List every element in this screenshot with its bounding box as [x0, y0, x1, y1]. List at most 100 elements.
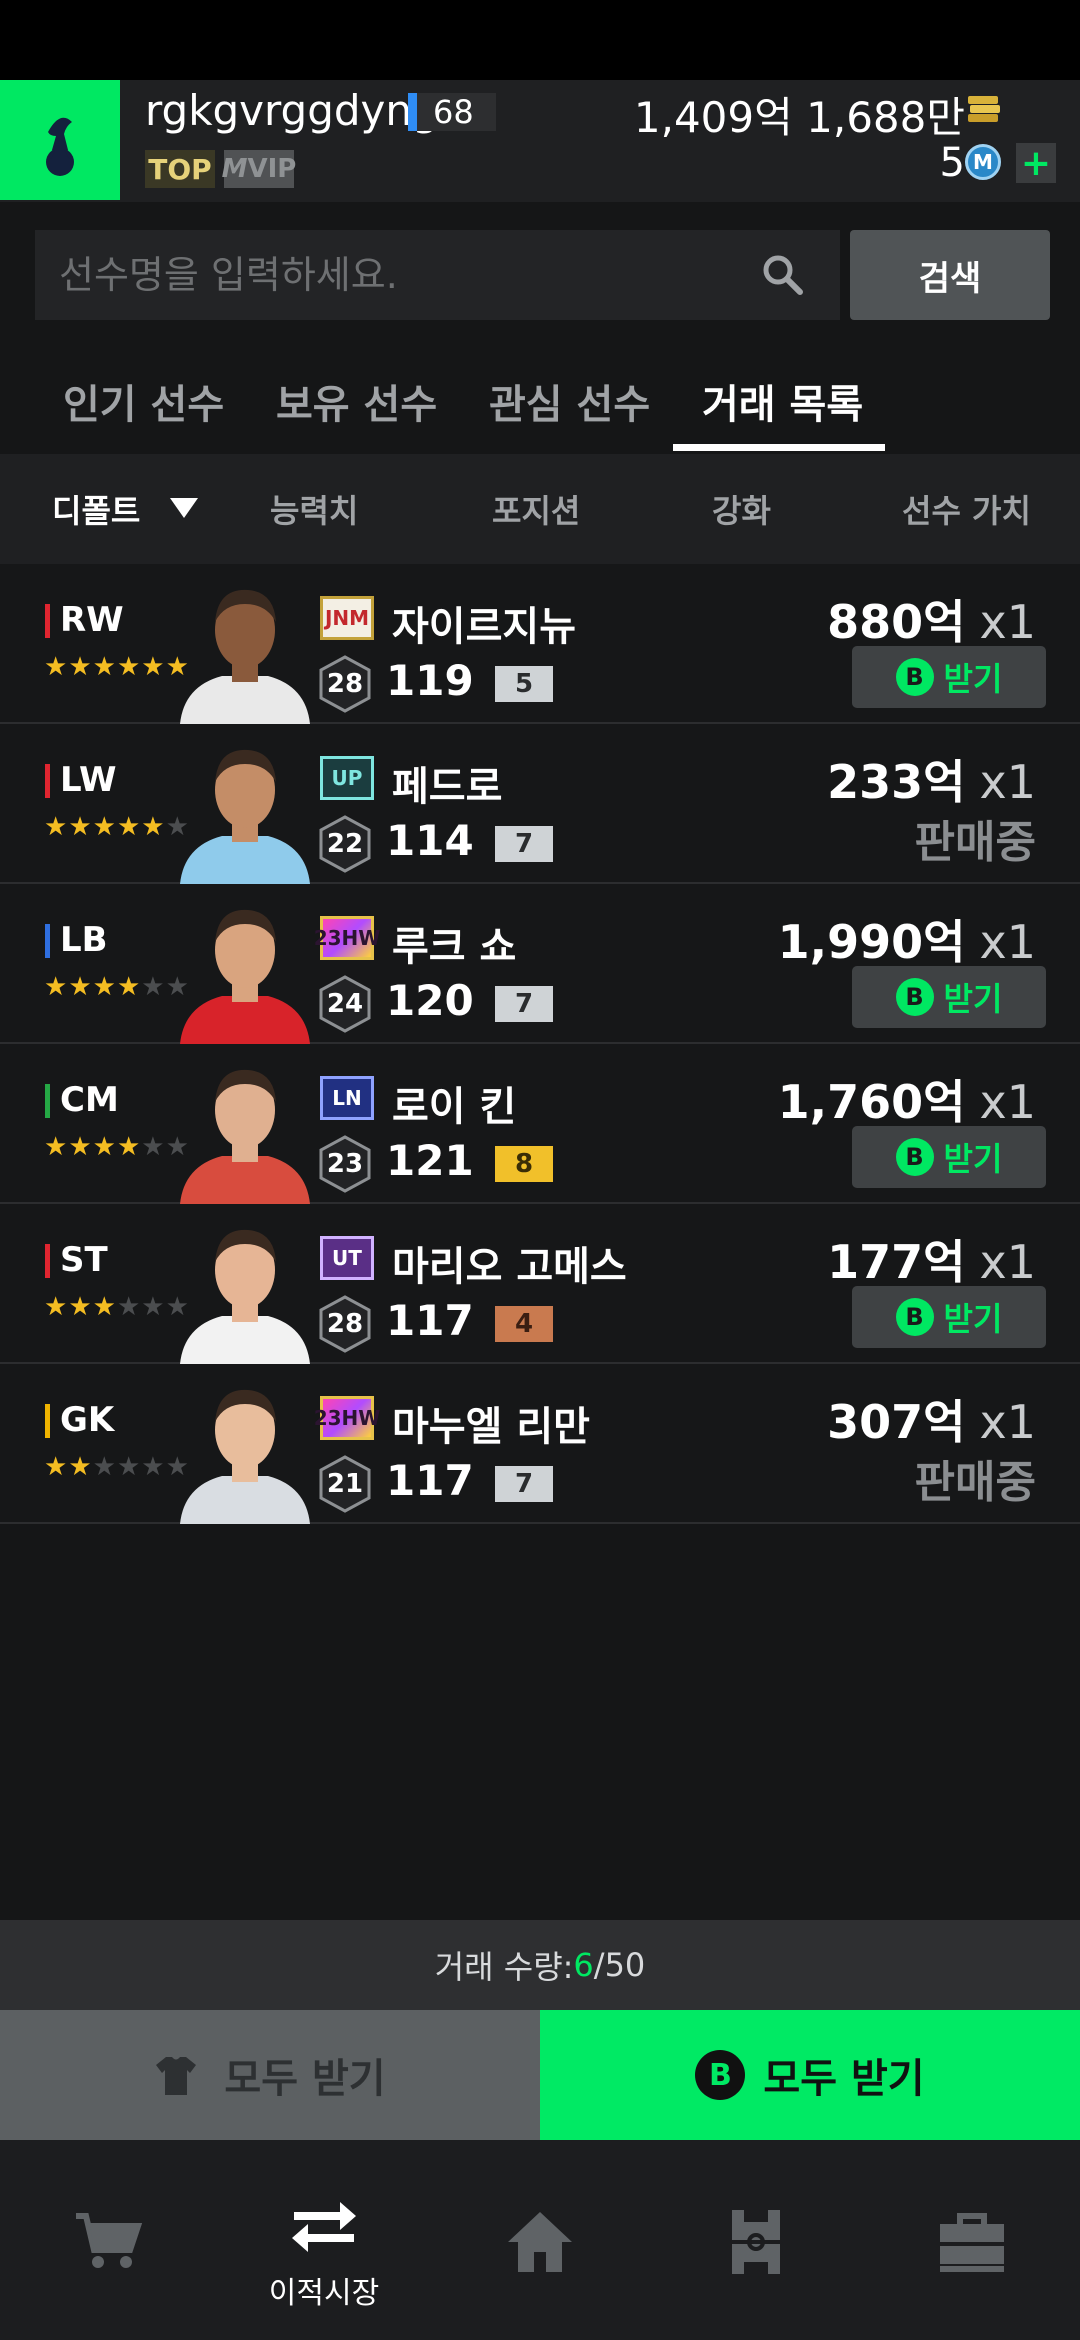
- trade-count-label: 거래 수량:: [434, 1948, 574, 1986]
- player-stars: ★★★★★★: [44, 812, 190, 842]
- player-name: 페드로: [392, 764, 503, 810]
- trade-list-row[interactable]: LW ★★★★★★ UP 페드로 22 114 7 233억 x1 판매중: [0, 724, 1080, 884]
- tab-watchlist-players[interactable]: 관심 선수: [489, 372, 650, 430]
- vip-m-letter: M: [221, 154, 248, 184]
- season-badge: UT: [320, 1236, 374, 1280]
- price-info: 1,760억 x1: [778, 1066, 1036, 1132]
- nav-squad[interactable]: [648, 2140, 864, 2340]
- trade-list-row[interactable]: ST ★★★★★★ UT 마리오 고메스 28 117 4 177억 x1 B 받기: [0, 1204, 1080, 1364]
- player-position: RW: [60, 600, 124, 640]
- season-badge: 23HW: [314, 1396, 380, 1440]
- player-stars: ★★★★★★: [44, 1132, 190, 1162]
- star-icon: ★: [68, 652, 93, 682]
- position-color-mark: [45, 924, 50, 958]
- player-name: 마리오 고메스: [392, 1244, 627, 1290]
- player-stars: ★★★★★★: [44, 1452, 190, 1482]
- star-icon: ★: [116, 652, 142, 682]
- sort-player-value[interactable]: 선수 가치: [902, 486, 1031, 532]
- receive-all-players-button[interactable]: 모두 받기: [0, 2010, 540, 2140]
- nav-transfer-market[interactable]: 이적시장: [216, 2140, 432, 2340]
- selling-status: 판매중: [914, 1457, 1036, 1508]
- player-price: 307억: [827, 1395, 966, 1449]
- status-bar: [0, 0, 1080, 80]
- pay-badge: 23: [318, 1134, 372, 1194]
- trade-count-current: 6: [573, 1946, 594, 1984]
- tab-owned-players[interactable]: 보유 선수: [276, 372, 437, 430]
- star-icon: ★: [141, 1132, 166, 1162]
- enhance-level-badge: 5: [495, 666, 553, 702]
- sort-default[interactable]: 디폴트: [52, 486, 140, 532]
- pay-badge: 28: [318, 1294, 372, 1354]
- bp-coin-icon: B: [895, 1138, 934, 1176]
- star-icon: ★: [44, 1132, 69, 1162]
- nav-transfer-label: 이적시장: [268, 2276, 380, 2311]
- position-color-mark: [45, 764, 50, 798]
- star-icon: ★: [116, 1292, 142, 1322]
- player-photo: [180, 589, 310, 724]
- tab-popular-players[interactable]: 인기 선수: [63, 372, 224, 430]
- sort-position[interactable]: 포지션: [492, 486, 580, 532]
- player-name: 루크 쇼: [392, 924, 517, 970]
- pay-value: 28: [326, 1309, 364, 1339]
- player-position: LW: [60, 760, 117, 800]
- player-position: ST: [60, 1240, 108, 1280]
- search-box: [35, 230, 840, 320]
- player-ovr: 114: [386, 816, 474, 865]
- player-ovr: 117: [386, 1296, 474, 1345]
- price-info: 233억 x1: [827, 746, 1036, 812]
- receive-all-bp-label: 모두 받기: [763, 2056, 925, 2102]
- receive-button[interactable]: B 받기: [852, 1126, 1046, 1188]
- player-ovr: 119: [386, 656, 474, 705]
- receive-button[interactable]: B 받기: [852, 966, 1046, 1028]
- selling-status: 판매중: [914, 817, 1036, 868]
- pay-badge: 21: [318, 1454, 372, 1514]
- search-input[interactable]: [35, 230, 735, 320]
- receive-button[interactable]: B 받기: [852, 646, 1046, 708]
- star-icon: ★: [68, 812, 93, 842]
- receive-button[interactable]: B 받기: [852, 1286, 1046, 1348]
- star-icon: ★: [68, 1452, 93, 1482]
- trade-list-row[interactable]: RW ★★★★★★ JNM 자이르지뉴 28 119 5 880억 x1 B 받기: [0, 564, 1080, 724]
- star-icon: ★: [116, 1132, 142, 1162]
- star-icon: ★: [92, 812, 117, 842]
- player-price: 1,760억: [777, 1075, 966, 1129]
- bp-coin-icon: B: [895, 978, 934, 1016]
- search-icon[interactable]: [760, 252, 804, 296]
- player-stars: ★★★★★★: [44, 1292, 190, 1322]
- sort-ability[interactable]: 능력치: [270, 486, 358, 532]
- trade-list-row[interactable]: GK ★★★★★★ 23HW 마누엘 리만 21 117 7 307억 x1 판매중: [0, 1364, 1080, 1524]
- sort-dropdown-arrow-icon[interactable]: [170, 498, 198, 518]
- player-photo: [180, 1229, 310, 1364]
- receive-all-bp-button[interactable]: B 모두 받기: [540, 2010, 1080, 2140]
- player-price: 880억: [827, 595, 966, 649]
- m-point-icon: M: [965, 144, 1001, 180]
- sort-enhance[interactable]: 강화: [712, 486, 771, 532]
- quantity: x1: [979, 1395, 1037, 1449]
- level-mark: [408, 93, 417, 131]
- enhance-level-badge: 8: [495, 1146, 553, 1182]
- cart-icon: [76, 2213, 143, 2268]
- star-icon: ★: [116, 812, 142, 842]
- trade-list-row[interactable]: CM ★★★★★★ LN 로이 킨 23 121 8 1,760억 x1 B 받기: [0, 1044, 1080, 1204]
- tab-bar: 인기 선수 보유 선수 관심 선수 거래 목록: [0, 322, 1080, 454]
- club-emblem[interactable]: [0, 80, 120, 200]
- tab-trade-list[interactable]: 거래 목록: [702, 372, 863, 430]
- player-name: 마누엘 리만: [392, 1404, 590, 1450]
- enhance-level-badge: 7: [495, 1466, 553, 1502]
- nav-store[interactable]: [864, 2140, 1080, 2340]
- star-icon: ★: [92, 1292, 117, 1322]
- quantity: x1: [979, 595, 1037, 649]
- nav-home[interactable]: [432, 2140, 648, 2340]
- squad-icon: [732, 2210, 780, 2274]
- nav-shop[interactable]: [0, 2140, 216, 2340]
- player-ovr: 121: [386, 1136, 474, 1185]
- trade-list-row[interactable]: LB ★★★★★★ 23HW 루크 쇼 24 120 7 1,990억 x1 B 받기: [0, 884, 1080, 1044]
- level-value: 68: [433, 93, 474, 131]
- star-icon: ★: [116, 1452, 142, 1482]
- player-price: 1,990억: [777, 915, 966, 969]
- add-points-button[interactable]: +: [1016, 143, 1056, 184]
- bp-coin-icon: B: [895, 1298, 934, 1336]
- receive-label: 받기: [943, 1140, 1003, 1178]
- search-button[interactable]: 검색: [850, 230, 1050, 320]
- quantity: x1: [979, 915, 1037, 969]
